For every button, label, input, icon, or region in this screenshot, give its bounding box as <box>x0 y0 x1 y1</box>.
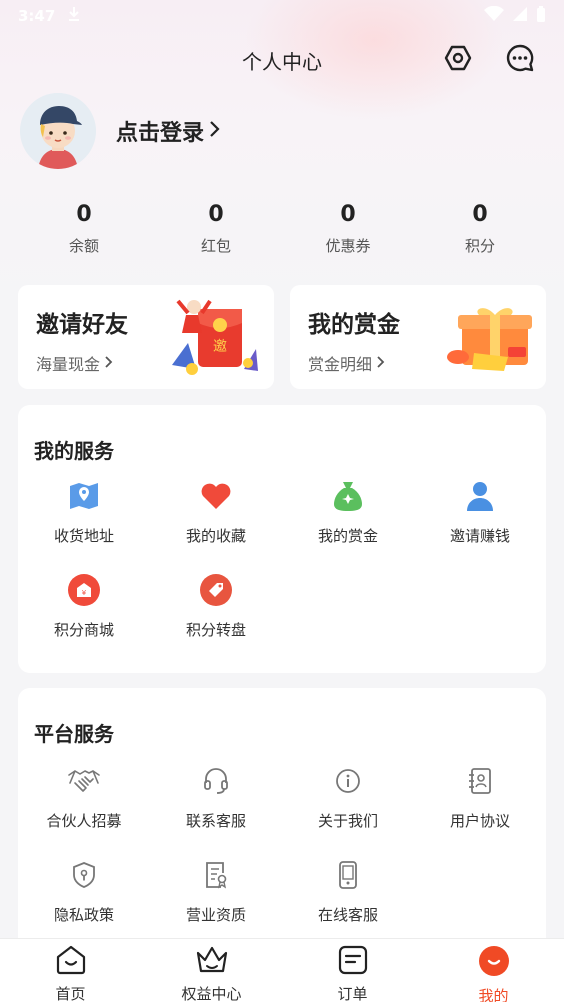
page-title: 个人中心 <box>242 49 322 74</box>
wifi-icon <box>484 5 504 26</box>
shield-lock-icon <box>67 858 101 892</box>
service-label: 我的收藏 <box>185 527 246 545</box>
service-label: 邀请赚钱 <box>449 527 510 545</box>
tab-benefits[interactable]: 权益中心 <box>141 939 282 1002</box>
service-about-us[interactable]: 关于我们 <box>282 764 414 831</box>
stat-points[interactable]: 0 积分 <box>414 202 546 256</box>
download-icon <box>67 6 81 26</box>
service-label: 隐私政策 <box>53 906 114 924</box>
tab-profile[interactable]: 我的 <box>423 939 564 1002</box>
service-shipping-address[interactable]: 收货地址 <box>18 479 150 546</box>
service-points-mall[interactable]: ¥ 积分商城 <box>18 573 150 640</box>
service-contact-support[interactable]: 联系客服 <box>150 764 282 831</box>
crown-icon <box>195 945 229 979</box>
service-privacy-policy[interactable]: 隐私政策 <box>18 858 150 925</box>
settings-button[interactable] <box>442 44 474 76</box>
profile-icon <box>478 945 510 981</box>
tab-label: 权益中心 <box>181 985 242 1002</box>
profile-section: 点击登录 <box>20 92 220 170</box>
user-icon <box>463 479 497 513</box>
stat-value: 0 <box>208 202 224 227</box>
stat-label: 红包 <box>200 237 231 255</box>
stat-balance[interactable]: 0 余额 <box>18 202 150 256</box>
service-label: 积分商城 <box>53 621 114 639</box>
section-title: 平台服务 <box>34 722 114 746</box>
tag-icon <box>199 573 233 607</box>
certificate-icon <box>199 858 233 892</box>
store-icon: ¥ <box>67 573 101 607</box>
service-label: 合伙人招募 <box>46 812 122 830</box>
order-icon <box>338 945 368 979</box>
my-services-card: 我的服务 收货地址 我的收藏 我的赏金 邀请赚钱 ¥ 积分商城 积分转盘 <box>18 405 546 673</box>
chevron-right-icon <box>376 354 385 373</box>
platform-services-card: 平台服务 合伙人招募 联系客服 关于我们 用户协议 隐私政策 营业资质 在线客服 <box>18 688 546 958</box>
service-points-wheel[interactable]: 积分转盘 <box>150 573 282 640</box>
page-header: 个人中心 <box>0 36 564 84</box>
stat-red-packet[interactable]: 0 红包 <box>150 202 282 256</box>
service-label: 收货地址 <box>53 527 114 545</box>
info-icon <box>331 764 365 798</box>
service-online-support[interactable]: 在线客服 <box>282 858 414 925</box>
service-label: 关于我们 <box>317 812 378 830</box>
stat-value: 0 <box>340 202 356 227</box>
stat-coupons[interactable]: 0 优惠券 <box>282 202 414 256</box>
stat-label: 积分 <box>464 237 495 255</box>
phone-icon <box>331 858 365 892</box>
promo-subtitle: 海量现金 <box>36 355 101 374</box>
my-bounty-card[interactable]: 我的赏金 赏金明细 <box>290 285 546 389</box>
login-button[interactable]: 点击登录 <box>116 115 220 147</box>
stat-value: 0 <box>472 202 488 227</box>
service-partner-recruit[interactable]: 合伙人招募 <box>18 764 150 831</box>
battery-icon <box>536 5 546 27</box>
avatar[interactable] <box>20 93 96 169</box>
chevron-right-icon <box>208 119 220 144</box>
contact-book-icon <box>463 764 497 798</box>
settings-hexagon-icon <box>444 44 472 76</box>
money-bag-icon <box>331 479 365 513</box>
invite-friends-card[interactable]: 邀请好友 海量现金 邀 <box>18 285 274 389</box>
map-pin-icon <box>67 479 101 513</box>
handshake-icon <box>67 764 101 798</box>
status-time: 3:47 <box>18 7 56 25</box>
stat-label: 优惠券 <box>325 237 371 255</box>
chevron-right-icon <box>104 354 113 373</box>
service-label: 我的赏金 <box>317 527 378 545</box>
service-business-license[interactable]: 营业资质 <box>150 858 282 925</box>
login-label: 点击登录 <box>116 121 205 146</box>
headset-icon <box>199 764 233 798</box>
service-label: 在线客服 <box>317 906 378 924</box>
service-label: 营业资质 <box>185 906 246 924</box>
service-user-agreement[interactable]: 用户协议 <box>414 764 546 831</box>
gift-box-illustration <box>444 301 536 377</box>
promo-subtitle: 赏金明细 <box>308 355 373 374</box>
service-bounty[interactable]: 我的赏金 <box>282 479 414 546</box>
heart-icon <box>199 479 233 513</box>
red-envelope-illustration: 邀 <box>164 295 260 383</box>
tab-label: 我的 <box>478 987 509 1002</box>
tab-label: 首页 <box>55 985 86 1002</box>
stat-value: 0 <box>76 202 92 227</box>
chat-bubble-icon <box>505 43 535 77</box>
section-title: 我的服务 <box>34 439 114 463</box>
svg-text:¥: ¥ <box>82 589 87 597</box>
home-icon <box>55 945 87 979</box>
status-bar: 3:47 <box>0 0 564 32</box>
service-label: 积分转盘 <box>185 621 246 639</box>
service-invite-earn[interactable]: 邀请赚钱 <box>414 479 546 546</box>
stat-label: 余额 <box>68 237 99 255</box>
service-favorites[interactable]: 我的收藏 <box>150 479 282 546</box>
service-label: 用户协议 <box>449 812 510 830</box>
account-stats: 0 余额 0 红包 0 优惠券 0 积分 <box>18 202 546 256</box>
signal-icon <box>512 6 528 26</box>
envelope-glyph: 邀 <box>213 339 227 355</box>
tab-label: 订单 <box>337 985 368 1002</box>
message-button[interactable] <box>504 44 536 76</box>
tab-orders[interactable]: 订单 <box>282 939 423 1002</box>
tab-home[interactable]: 首页 <box>0 939 141 1002</box>
service-label: 联系客服 <box>185 812 246 830</box>
bottom-tab-bar: 首页 权益中心 订单 我的 <box>0 938 564 1002</box>
